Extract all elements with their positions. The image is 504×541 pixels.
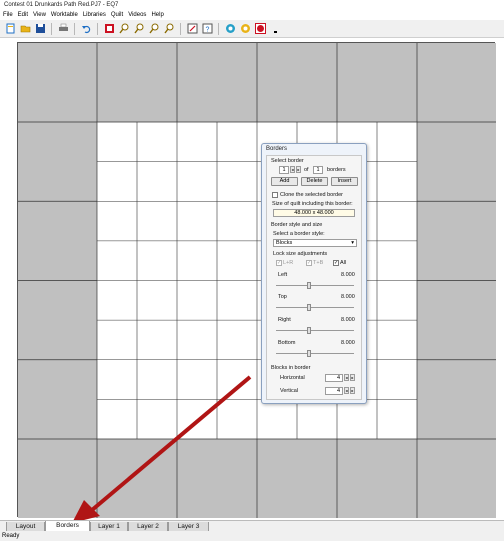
horizontal-label: Horizontal <box>280 375 305 381</box>
borders-dialog[interactable]: Borders Select border 1 ◂ ▸ of 1 borders… <box>261 143 367 404</box>
vertical-down-spinner[interactable]: ◂ <box>344 387 349 394</box>
right-label: Right <box>278 317 291 323</box>
border-style-value: Blocks <box>276 240 293 246</box>
lock-tb-checkbox[interactable]: ✓ <box>306 260 312 266</box>
right-slider[interactable] <box>276 330 354 331</box>
clone-border-checkbox[interactable] <box>272 192 278 198</box>
border-prev-spinner[interactable]: ◂ <box>290 166 295 173</box>
total-borders-field: 1 <box>313 166 323 174</box>
top-slider-thumb[interactable] <box>307 304 311 311</box>
horizontal-up-spinner[interactable]: ▸ <box>350 374 355 381</box>
style-select-label: Select a border style: <box>273 231 325 237</box>
menu-edit[interactable]: Edit <box>18 10 28 20</box>
current-border-field[interactable]: 1 <box>279 166 289 174</box>
horizontal-down-spinner[interactable]: ◂ <box>344 374 349 381</box>
toolbar-separator <box>51 22 52 35</box>
menu-file[interactable]: File <box>3 10 13 20</box>
border-next-spinner[interactable]: ▸ <box>296 166 301 173</box>
fabric-icon[interactable] <box>239 23 251 35</box>
toolbar-separator <box>97 22 98 35</box>
lock-all-label: All <box>340 260 347 266</box>
svg-text:?: ? <box>205 27 209 34</box>
bottom-value[interactable]: 8.000 <box>341 340 355 346</box>
status-bar: Ready <box>0 531 504 541</box>
menu-quilt[interactable]: Quilt <box>111 10 123 20</box>
vertical-up-spinner[interactable]: ▸ <box>350 387 355 394</box>
open-icon[interactable] <box>19 23 31 35</box>
dialog-body: Select border 1 ◂ ▸ of 1 borders Add Del… <box>266 155 362 400</box>
lock-lr-checkbox[interactable]: ✓ <box>276 260 282 266</box>
lock-lr-label: L+R <box>283 260 294 266</box>
select-border-heading: Select border <box>271 158 304 164</box>
add-border-button[interactable]: Add <box>271 177 298 186</box>
blocks-heading: Blocks in border <box>271 365 311 371</box>
delete-border-button[interactable]: Delete <box>301 177 328 186</box>
style-heading: Border style and size <box>271 222 323 228</box>
insert-border-button[interactable]: Insert <box>331 177 358 186</box>
border-style-select[interactable]: Blocks ▾ <box>273 239 357 247</box>
palette-icon[interactable] <box>254 23 266 35</box>
toolbar-separator <box>74 22 75 35</box>
size-heading: Size of quilt including this border: <box>272 201 353 207</box>
dialog-title: Borders <box>266 146 288 152</box>
right-value[interactable]: 8.000 <box>341 317 355 323</box>
left-label: Left <box>278 272 288 278</box>
lock-all-checkbox[interactable]: ✓ <box>333 260 339 266</box>
quilt-size-readout: 48.000 x 48.000 <box>273 209 355 217</box>
block-icon[interactable] <box>103 23 115 35</box>
more-icon[interactable] <box>269 23 281 35</box>
toolbar: ? <box>0 20 504 38</box>
help-icon[interactable]: ? <box>201 23 213 35</box>
vertical-field[interactable]: 4 <box>325 387 343 395</box>
bottom-slider[interactable] <box>276 353 354 354</box>
color-icon[interactable] <box>224 23 236 35</box>
window-title: Contest 01 Drunkards Path Red.PJ7 - EQ7 <box>0 0 504 10</box>
of-label: of <box>304 167 309 173</box>
borders-suffix: borders <box>327 167 346 173</box>
menu-libraries[interactable]: Libraries <box>83 10 106 20</box>
horizontal-field[interactable]: 4 <box>325 374 343 382</box>
zoom-out-icon[interactable] <box>133 23 145 35</box>
menu-videos[interactable]: Videos <box>128 10 146 20</box>
top-label: Top <box>278 294 287 300</box>
edit-icon[interactable] <box>186 23 198 35</box>
new-icon[interactable] <box>4 23 16 35</box>
lock-tb-label: T+B <box>313 260 324 266</box>
save-icon[interactable] <box>34 23 46 35</box>
top-slider[interactable] <box>276 307 354 308</box>
menu-worktable[interactable]: Worktable <box>51 10 78 20</box>
top-value[interactable]: 8.000 <box>341 294 355 300</box>
quilt-drawing[interactable] <box>18 43 496 518</box>
bottom-label: Bottom <box>278 340 296 346</box>
menu-view[interactable]: View <box>33 10 46 20</box>
left-slider[interactable] <box>276 285 354 286</box>
quilt-layout[interactable] <box>17 42 496 518</box>
undo-icon[interactable] <box>80 23 92 35</box>
left-value[interactable]: 8.000 <box>341 272 355 278</box>
toolbar-separator <box>218 22 219 35</box>
right-slider-thumb[interactable] <box>307 327 311 334</box>
clone-border-label: Clone the selected border <box>280 192 343 198</box>
zoom-fit-icon[interactable] <box>148 23 160 35</box>
chevron-down-icon: ▾ <box>351 240 354 246</box>
bottom-slider-thumb[interactable] <box>307 350 311 357</box>
vertical-label: Vertical <box>280 388 299 394</box>
menu-help[interactable]: Help <box>151 10 163 20</box>
left-slider-thumb[interactable] <box>307 282 311 289</box>
worktable-tabs: Layout Borders Layer 1 Layer 2 Layer 3 <box>0 520 504 532</box>
zoom-page-icon[interactable] <box>163 23 175 35</box>
menu-bar: File Edit View Worktable Libraries Quilt… <box>0 10 504 20</box>
print-icon[interactable] <box>57 23 69 35</box>
lock-heading: Lock size adjustments <box>273 251 328 257</box>
toolbar-separator <box>180 22 181 35</box>
zoom-in-icon[interactable] <box>118 23 130 35</box>
